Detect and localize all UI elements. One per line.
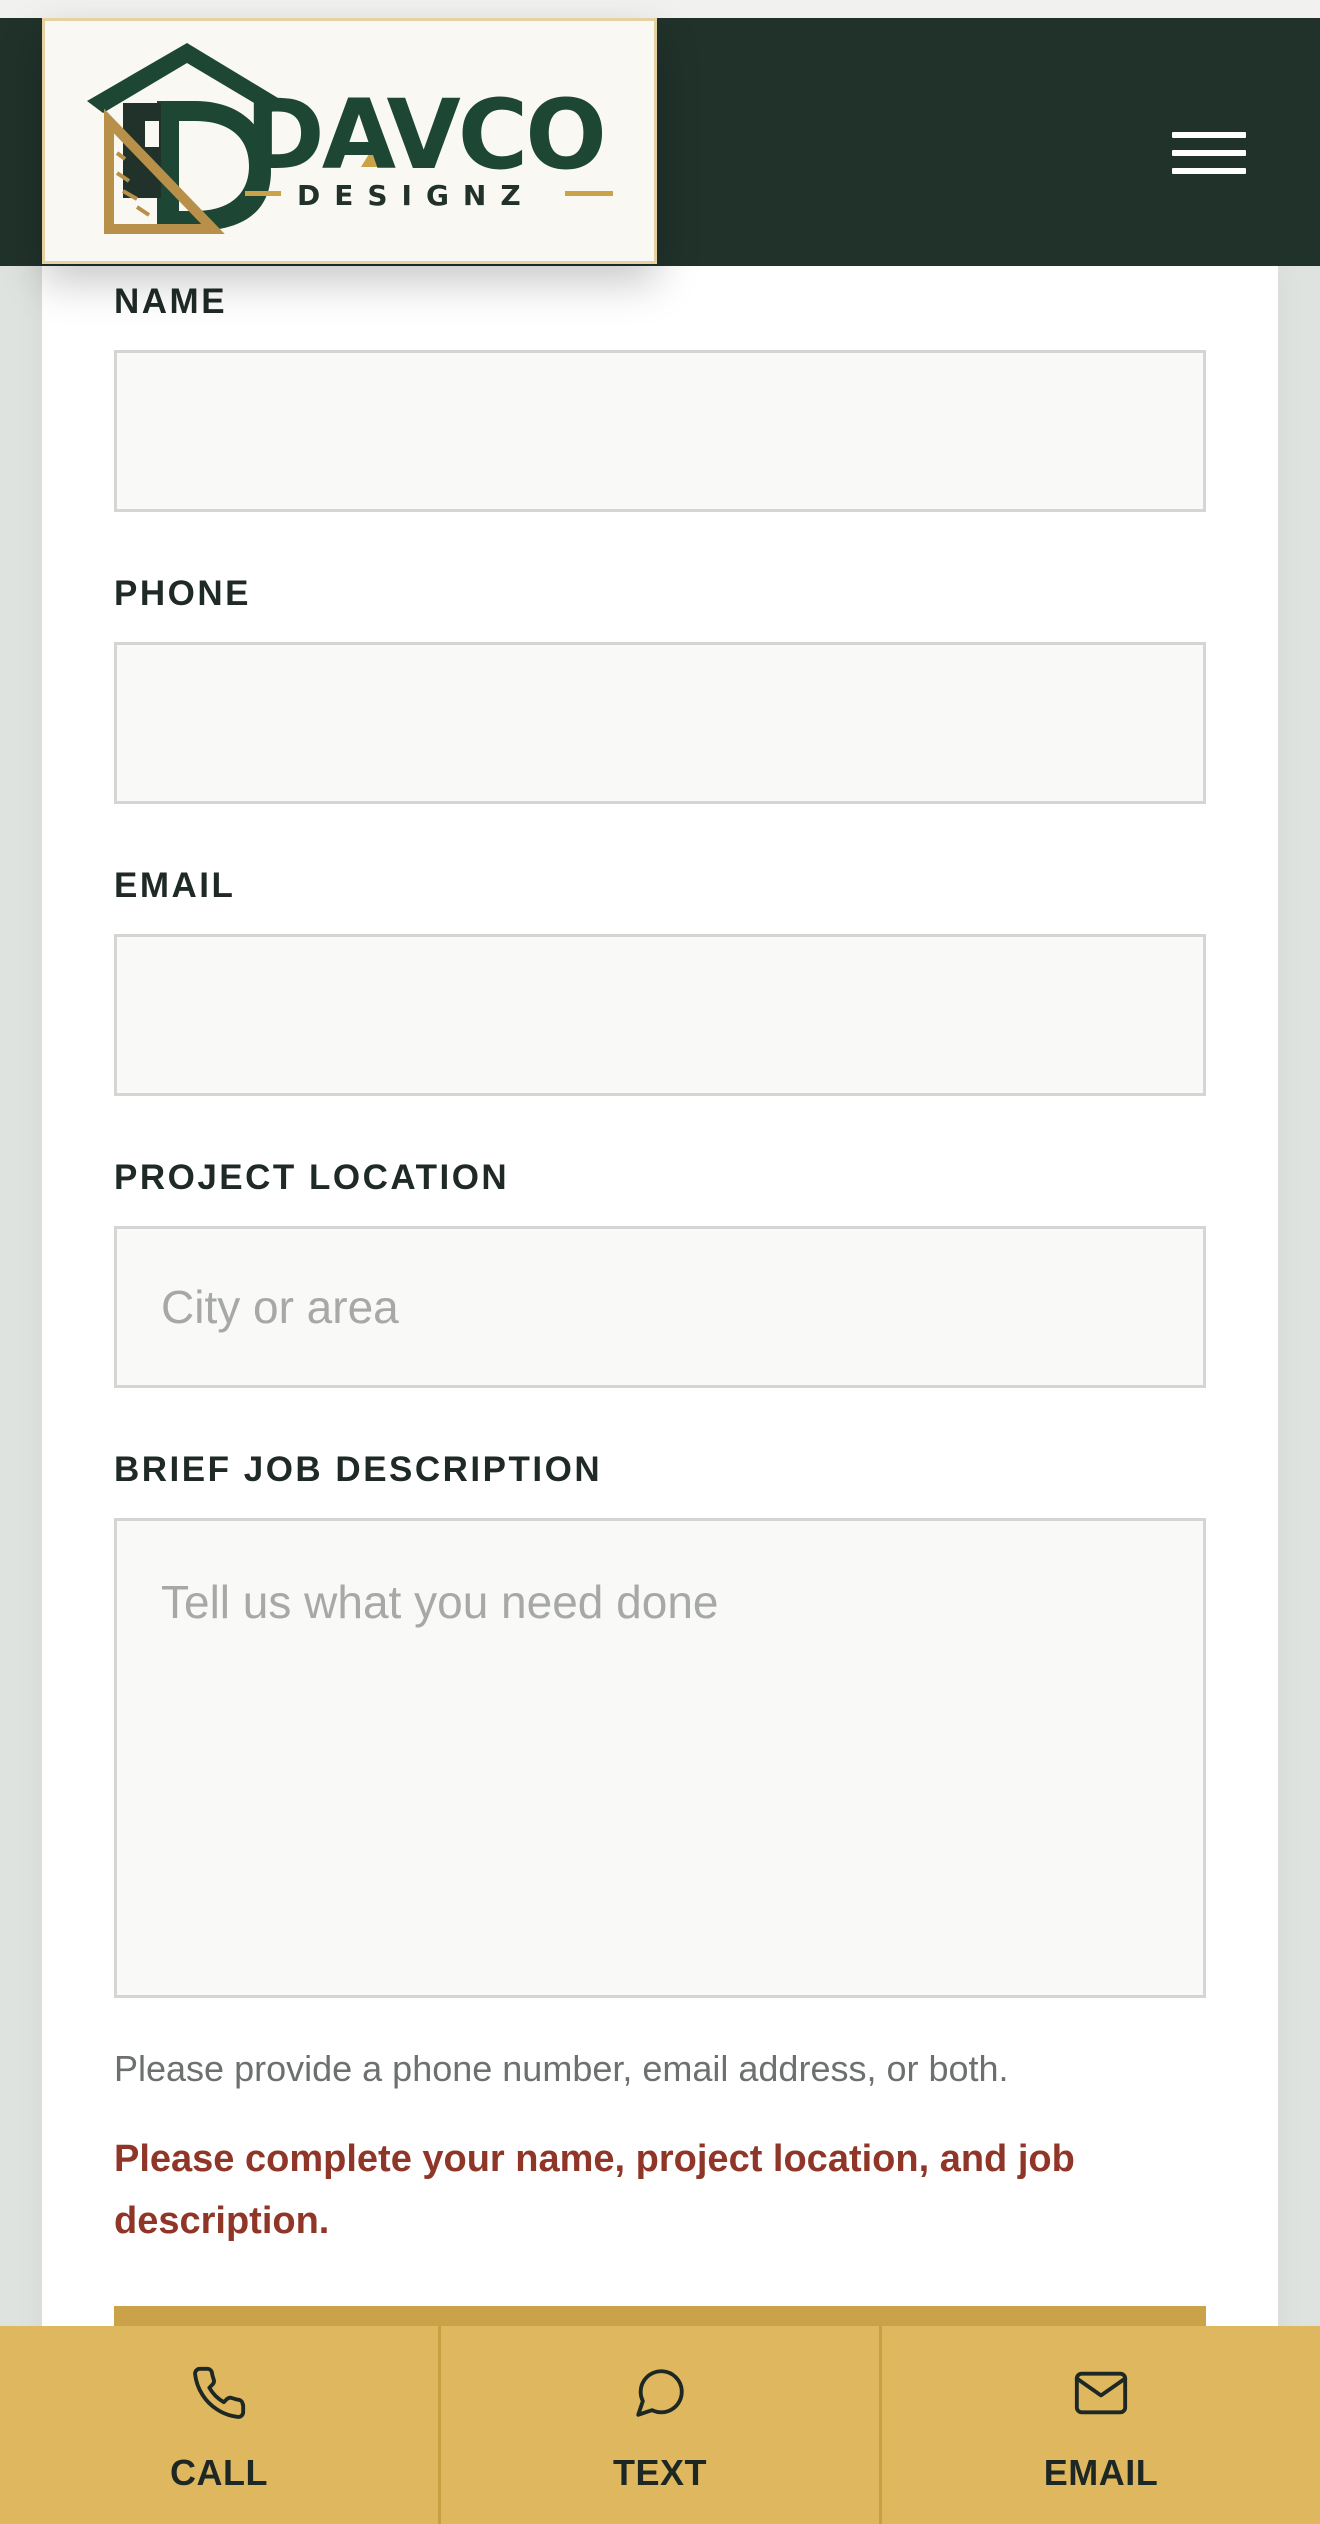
text-button[interactable]: TEXT xyxy=(441,2326,882,2524)
email-input[interactable] xyxy=(114,934,1206,1096)
logo-window xyxy=(145,121,159,147)
email-label-bottom: EMAIL xyxy=(1043,2452,1159,2493)
project-location-input[interactable] xyxy=(114,1226,1206,1388)
phone-icon xyxy=(193,2366,246,2419)
call-button[interactable]: CALL xyxy=(0,2326,441,2524)
email-label: EMAIL xyxy=(114,866,236,905)
menu-bar xyxy=(1172,132,1246,138)
name-label: NAME xyxy=(114,282,228,321)
hamburger-menu-button[interactable] xyxy=(1160,118,1256,188)
chat-bubble-icon xyxy=(636,2369,684,2417)
name-input[interactable] xyxy=(114,350,1206,512)
mail-icon xyxy=(1074,2371,1128,2415)
job-description-label: BRIEF JOB DESCRIPTION xyxy=(114,1450,603,1489)
email-button[interactable]: EMAIL xyxy=(882,2326,1320,2524)
project-location-label: PROJECT LOCATION xyxy=(114,1158,510,1197)
form-error-message: Please complete your name, project locat… xyxy=(114,2138,1075,2242)
logo-rule-left xyxy=(245,191,281,196)
logo-rule-right xyxy=(565,191,613,196)
text-label: TEXT xyxy=(612,2452,707,2493)
site-logo[interactable]: DAVCO DESIGNZ xyxy=(42,18,657,264)
status-strip xyxy=(0,0,1320,18)
logo-wordmark: DAVCO xyxy=(245,79,607,191)
menu-bar xyxy=(1172,168,1246,174)
logo-tagline: DESIGNZ xyxy=(297,179,535,212)
menu-bar xyxy=(1172,150,1246,156)
call-label: CALL xyxy=(170,2452,268,2493)
phone-input[interactable] xyxy=(114,642,1206,804)
bottom-action-bar: CALL TEXT EMAIL xyxy=(0,2326,1320,2524)
contact-helper-text: Please provide a phone number, email add… xyxy=(114,2048,1009,2089)
phone-label: PHONE xyxy=(114,574,251,613)
job-description-textarea[interactable] xyxy=(114,1518,1206,1998)
